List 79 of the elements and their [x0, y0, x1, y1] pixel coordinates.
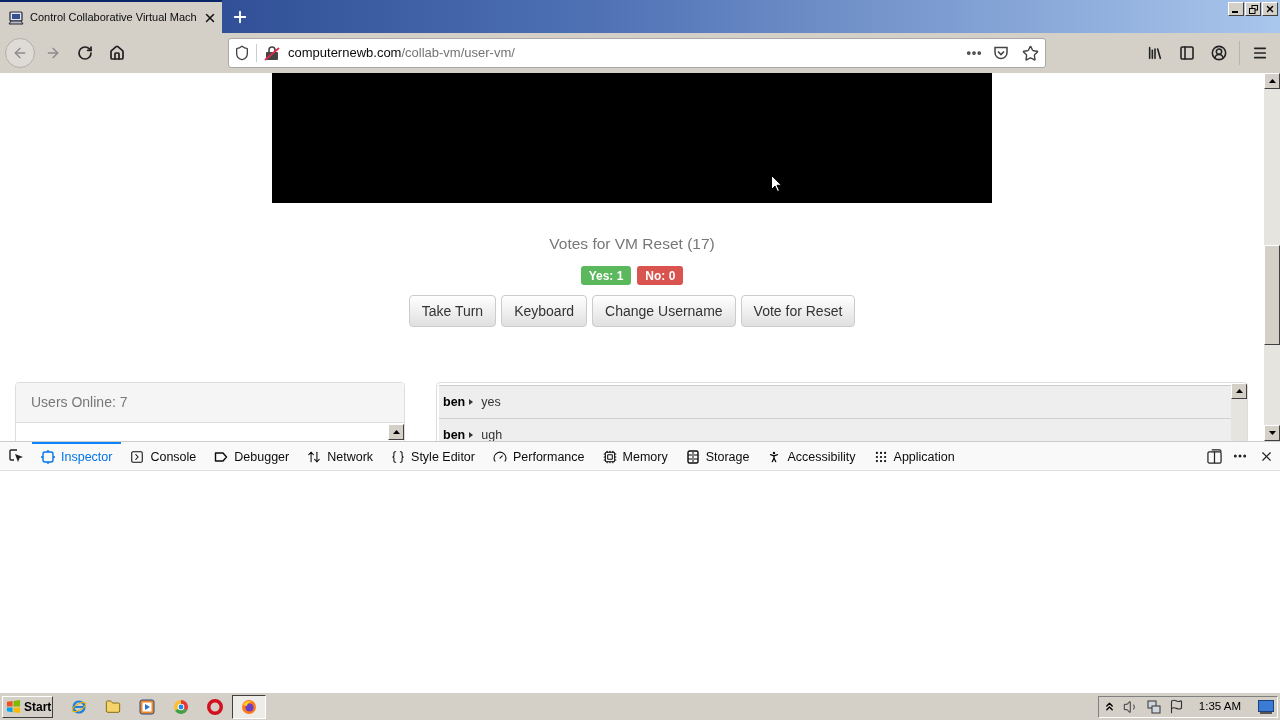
network-icon[interactable] [1145, 698, 1162, 715]
devtools-tab[interactable]: Style Editor [382, 442, 484, 470]
mouse-cursor-icon [771, 175, 782, 192]
devtools-tab[interactable]: Network [298, 442, 383, 470]
chat-username: ben [443, 393, 466, 411]
chevron-shield-icon[interactable] [993, 45, 1009, 61]
crossed-lock-icon[interactable] [264, 45, 280, 61]
flame-globe-icon [241, 698, 257, 715]
close-button[interactable] [1262, 2, 1278, 16]
up-triangle-icon [392, 430, 400, 434]
taskbar-app-button[interactable] [232, 694, 266, 719]
flag-icon[interactable] [1168, 699, 1184, 714]
segmented-circle-icon [173, 698, 189, 715]
scroll-up-button[interactable] [1264, 73, 1280, 89]
up-down-arrows-icon [307, 450, 322, 464]
ringed-globe-icon [71, 698, 87, 715]
caret-icon [469, 432, 474, 438]
sidebar-icon [1179, 45, 1195, 61]
restore-button[interactable] [1245, 2, 1261, 16]
forward-arrow-icon [45, 45, 61, 61]
action-button[interactable]: Keyboard [501, 295, 588, 327]
page-scrollbar[interactable] [1264, 73, 1280, 441]
devtools-tab[interactable]: Accessibility [758, 442, 865, 470]
chat-message-text: yes [481, 393, 501, 411]
play-tile-icon [139, 698, 155, 715]
gauge-icon [492, 450, 507, 464]
devtools-tab[interactable]: Console [121, 442, 206, 470]
books-icon [1147, 45, 1163, 61]
chat-message-text: ugh [481, 426, 503, 441]
down-triangle-icon [1268, 431, 1276, 435]
browser-tab[interactable]: Control Collaborative Virtual Mach [0, 0, 222, 33]
scroll-down-button[interactable] [1264, 425, 1280, 441]
label-shape-icon [214, 450, 229, 464]
cabinet-icon [685, 450, 700, 464]
four-pane-flag-icon [6, 699, 21, 714]
action-button[interactable]: Take Turn [408, 295, 497, 327]
user-circle-icon [1211, 45, 1227, 61]
scroll-up-button[interactable] [1231, 383, 1247, 399]
action-button[interactable]: Vote for Reset [740, 295, 856, 327]
star-icon[interactable] [1022, 44, 1039, 62]
show-desktop-icon[interactable] [1258, 699, 1274, 714]
chip-icon [602, 450, 617, 464]
start-button[interactable]: Start [2, 695, 53, 718]
restore-icon [1248, 4, 1258, 14]
vote-count-badge: Yes: 1 [580, 266, 632, 285]
chat-username: ben [443, 426, 466, 441]
vote-count-badge: No: 0 [637, 266, 684, 285]
dot-grid-icon [873, 450, 888, 464]
split-panel-icon [1206, 448, 1222, 464]
devtools-tab[interactable]: Performance [483, 442, 594, 470]
devtools-tab[interactable]: Debugger [205, 442, 299, 470]
users-online-label: Users Online: 7 [31, 393, 128, 412]
braces-icon [391, 450, 406, 464]
devtools-tab[interactable]: Memory [593, 442, 677, 470]
tab-title: Control Collaborative Virtual Mach [30, 10, 197, 26]
scrollbar-thumb[interactable] [1264, 245, 1280, 345]
caret-icon [469, 399, 474, 405]
action-button[interactable]: Change Username [592, 295, 736, 327]
terminal-icon [130, 450, 145, 464]
up-triangle-icon [1235, 389, 1243, 393]
square-frame-icon [41, 450, 55, 464]
address-bar[interactable]: computernewb.com/collab-vm/user-vm/ [228, 38, 1046, 68]
shield-icon[interactable] [234, 45, 250, 61]
scroll-up-button[interactable] [388, 424, 404, 440]
clock-time: 1:35 AM [1198, 698, 1241, 714]
folder-icon [105, 698, 121, 715]
up-triangle-icon [1268, 79, 1276, 83]
devtools-tab[interactable]: Storage [676, 442, 759, 470]
menu-icon [1252, 45, 1268, 61]
minimize-button[interactable] [1228, 2, 1244, 16]
pointer-in-box-icon [8, 448, 24, 464]
home-icon [109, 45, 125, 61]
o-ring-icon [207, 698, 223, 715]
reload-icon [77, 45, 93, 61]
votes-heading: Votes for VM Reset (17) [549, 234, 715, 254]
close-icon [1265, 4, 1275, 14]
computer-icon [8, 9, 24, 26]
url-text: computernewb.com/collab-vm/user-vm/ [288, 44, 515, 63]
devtools-tab[interactable]: Application [864, 442, 964, 470]
